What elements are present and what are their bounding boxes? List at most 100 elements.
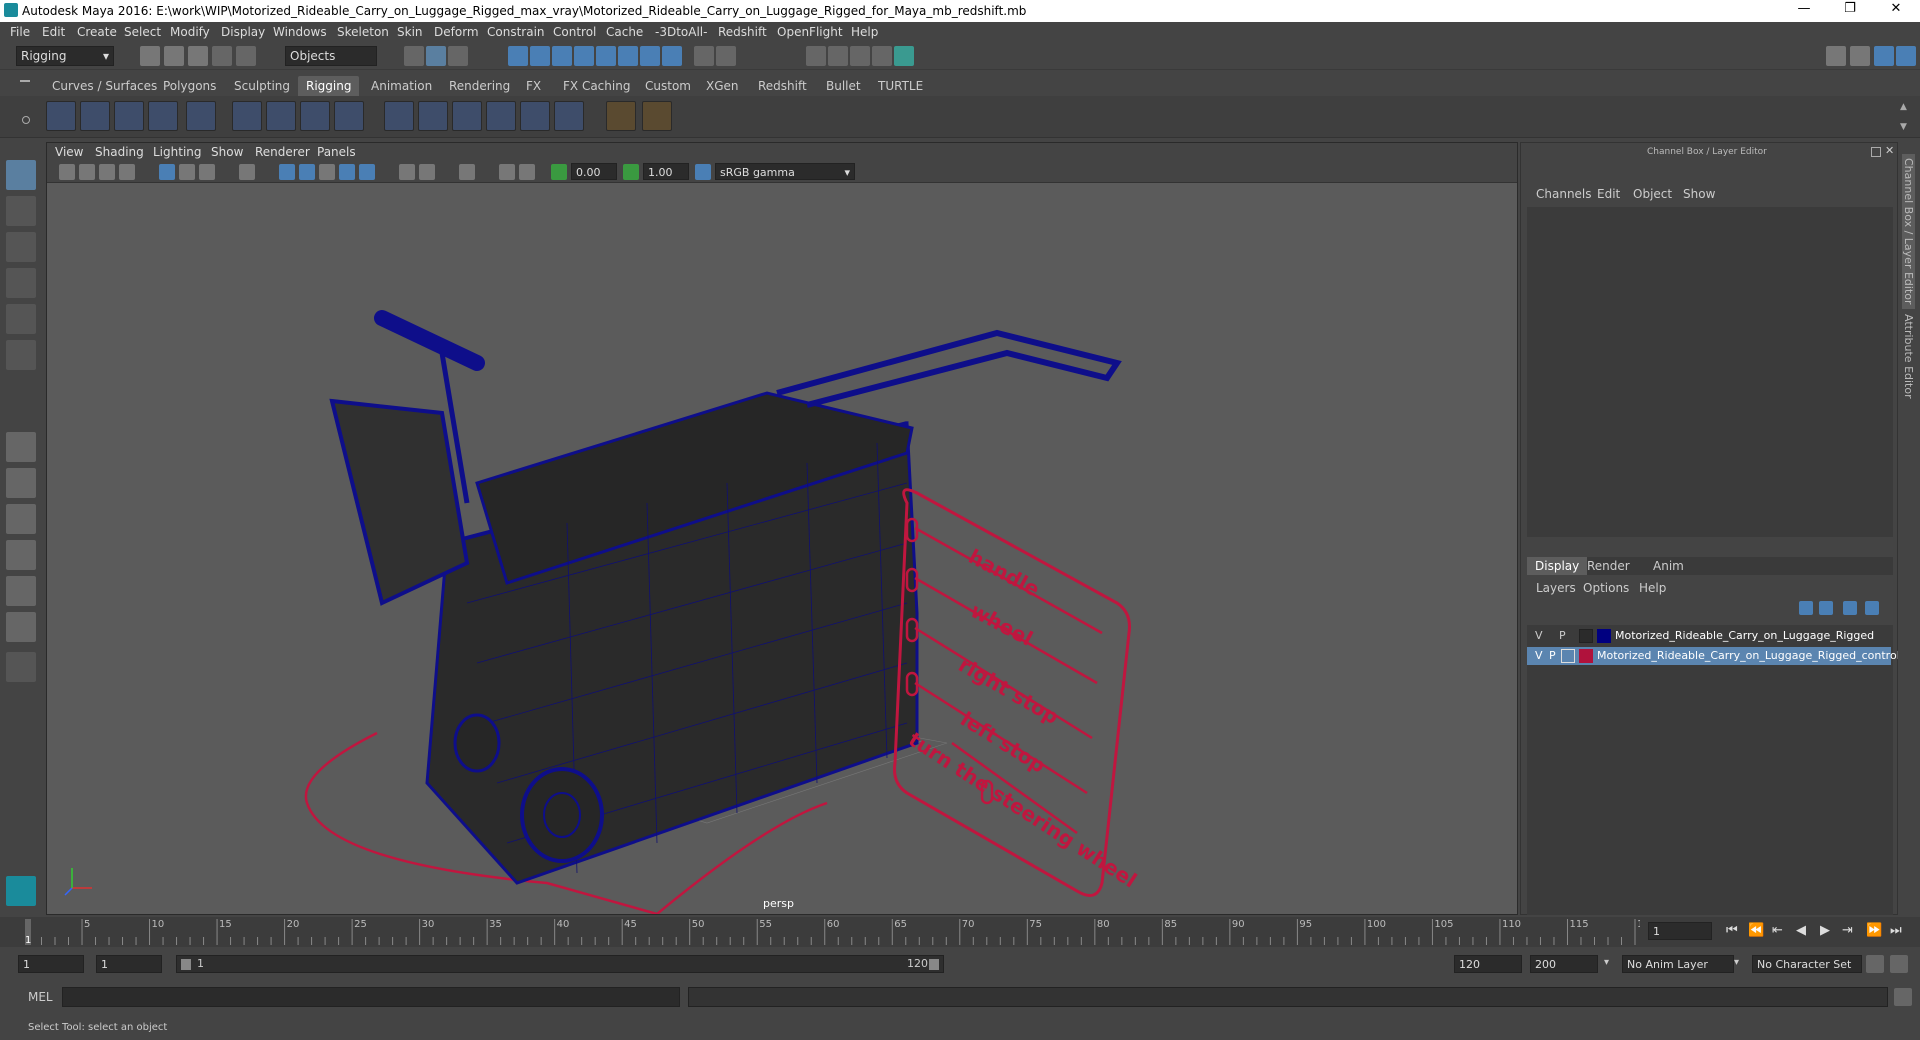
menu-file[interactable]: File xyxy=(10,25,30,39)
viewport-menu-view[interactable]: View xyxy=(55,145,83,159)
selection-mode-dropdown[interactable]: Objects xyxy=(285,46,377,66)
command-language-label[interactable]: MEL xyxy=(28,990,53,1004)
menu-openflight[interactable]: OpenFlight xyxy=(777,25,843,39)
new-layer-selected-icon[interactable] xyxy=(1865,601,1879,615)
move-layer-up-icon[interactable] xyxy=(1799,601,1813,615)
step-forward-frame-icon[interactable]: ⏩ xyxy=(1866,923,1882,938)
locator-icon[interactable] xyxy=(186,101,216,131)
open-scene-icon[interactable] xyxy=(164,46,184,66)
chevron-down-icon[interactable]: ▾ xyxy=(1734,957,1739,968)
layer-color-swatch[interactable] xyxy=(1579,649,1593,663)
render-frame-icon[interactable] xyxy=(828,46,848,66)
playback-end-field[interactable]: 120 xyxy=(1454,955,1522,973)
film-gate-icon[interactable] xyxy=(179,164,195,180)
snap-view-icon[interactable] xyxy=(574,46,594,66)
maya-home-icon[interactable] xyxy=(6,876,36,906)
menu-create[interactable]: Create xyxy=(77,25,117,39)
rotate-tool-icon[interactable] xyxy=(6,304,36,334)
save-scene-icon[interactable] xyxy=(188,46,208,66)
toggle-channel-box-icon[interactable] xyxy=(1850,46,1870,66)
lights-icon[interactable] xyxy=(399,164,415,180)
shelf-tab-custom[interactable]: Custom xyxy=(637,76,699,96)
move-layer-down-icon[interactable] xyxy=(1819,601,1833,615)
channel-box-area[interactable] xyxy=(1527,207,1893,537)
layer-name[interactable]: Motorized_Rideable_Carry_on_Luggage_Rigg… xyxy=(1597,649,1903,662)
bind-skin-icon[interactable] xyxy=(384,101,414,131)
hypershade-icon[interactable] xyxy=(894,46,914,66)
float-panel-icon[interactable] xyxy=(1871,147,1881,157)
select-object-icon[interactable] xyxy=(426,46,446,66)
snap-grid-icon[interactable] xyxy=(508,46,528,66)
detach-skin-icon[interactable] xyxy=(418,101,448,131)
shelf-tab-fx[interactable]: FX xyxy=(518,76,549,96)
layer-name[interactable]: Motorized_Rideable_Carry_on_Luggage_Rigg… xyxy=(1615,629,1874,642)
menu-deform[interactable]: Deform xyxy=(434,25,479,39)
ambient-occlusion-icon[interactable] xyxy=(459,164,475,180)
shadows-icon[interactable] xyxy=(419,164,435,180)
end-time-field[interactable]: 200 xyxy=(1530,955,1598,973)
layer-visibility-toggle[interactable]: V xyxy=(1535,649,1543,662)
layer-options-menu[interactable]: Options xyxy=(1583,581,1629,595)
smooth-skin-icon[interactable] xyxy=(486,101,516,131)
view-transform-dropdown[interactable]: sRGB gamma ▾ xyxy=(715,163,855,180)
command-input[interactable] xyxy=(62,987,680,1007)
xray-joints-icon[interactable] xyxy=(519,164,535,180)
redo-icon[interactable] xyxy=(236,46,256,66)
menu-skin[interactable]: Skin xyxy=(397,25,423,39)
time-ruler[interactable]: 5 10 15 20 25 30 35 40 45 50 55 60 65 70 75 80 85 90 95 100… xyxy=(0,917,1640,947)
menu-edit[interactable]: Edit xyxy=(42,25,65,39)
shelf-options-icon[interactable] xyxy=(22,116,30,124)
play-forwards-icon[interactable]: ▶ xyxy=(1820,923,1830,938)
menu-display[interactable]: Display xyxy=(221,25,265,39)
menu-modify[interactable]: Modify xyxy=(170,25,210,39)
shelf-menu-icon[interactable] xyxy=(20,80,30,82)
shelf-tab-rendering[interactable]: Rendering xyxy=(441,76,518,96)
ik-spline-icon[interactable] xyxy=(114,101,144,131)
time-slider[interactable]: 5 10 15 20 25 30 35 40 45 50 55 60 65 70 75 80 85 90 95 100… xyxy=(0,917,1920,947)
undo-icon[interactable] xyxy=(212,46,232,66)
hypershade-layout-icon[interactable] xyxy=(6,576,36,606)
close-panel-icon[interactable]: ✕ xyxy=(1885,144,1894,157)
pole-vector-icon[interactable] xyxy=(606,101,636,131)
close-button[interactable]: ✕ xyxy=(1876,1,1916,16)
play-backwards-icon[interactable]: ◀ xyxy=(1796,923,1806,938)
aim-constraint-icon[interactable] xyxy=(642,101,672,131)
create-joint-icon[interactable] xyxy=(46,101,76,131)
shelf-tab-fx-caching[interactable]: FX Caching xyxy=(555,76,638,96)
select-tool-icon[interactable] xyxy=(6,160,36,190)
preferences-icon[interactable] xyxy=(1890,955,1908,973)
resolution-gate-icon[interactable] xyxy=(199,164,215,180)
bookmark-icon[interactable] xyxy=(99,164,115,180)
range-slider-start-handle[interactable] xyxy=(181,959,191,970)
channels-menu[interactable]: Channels xyxy=(1536,187,1592,201)
image-plane-icon[interactable] xyxy=(119,164,135,180)
xray-icon[interactable] xyxy=(359,164,375,180)
character-set-dropdown[interactable]: No Character Set xyxy=(1752,955,1862,973)
toggle-tool-settings-icon[interactable] xyxy=(1896,46,1916,66)
select-hierarchy-icon[interactable] xyxy=(404,46,424,66)
history-icon[interactable] xyxy=(640,46,660,66)
shelf-tab-redshift[interactable]: Redshift xyxy=(750,76,815,96)
move-tool-icon[interactable] xyxy=(6,268,36,298)
symmetry-icon[interactable] xyxy=(662,46,682,66)
shelf-tab-xgen[interactable]: XGen xyxy=(698,76,747,96)
go-to-start-icon[interactable]: ⏮ xyxy=(1726,923,1738,938)
shelf-tab-sculpting[interactable]: Sculpting xyxy=(226,76,298,96)
viewport-menu-lighting[interactable]: Lighting xyxy=(153,145,202,159)
shelf-tab-bullet[interactable]: Bullet xyxy=(818,76,869,96)
auto-key-icon[interactable] xyxy=(1866,955,1884,973)
nonlinear-icon[interactable] xyxy=(266,101,296,131)
select-component-icon[interactable] xyxy=(448,46,468,66)
exposure-icon[interactable] xyxy=(551,164,567,180)
layer-tab-display[interactable]: Display xyxy=(1527,557,1588,575)
render-settings-icon[interactable] xyxy=(872,46,892,66)
scene-canvas[interactable]: handle wheel right stop left stop turn t… xyxy=(47,183,1517,914)
menu-select[interactable]: Select xyxy=(124,25,161,39)
layout-options-icon[interactable] xyxy=(6,652,36,682)
persp-uv-layout-icon[interactable] xyxy=(6,612,36,642)
menu-windows[interactable]: Windows xyxy=(273,25,327,39)
menu-skeleton[interactable]: Skeleton xyxy=(337,25,389,39)
persp-graph-layout-icon[interactable] xyxy=(6,540,36,570)
viewport-menu-panels[interactable]: Panels xyxy=(317,145,356,159)
viewport-menu-renderer[interactable]: Renderer xyxy=(255,145,310,159)
